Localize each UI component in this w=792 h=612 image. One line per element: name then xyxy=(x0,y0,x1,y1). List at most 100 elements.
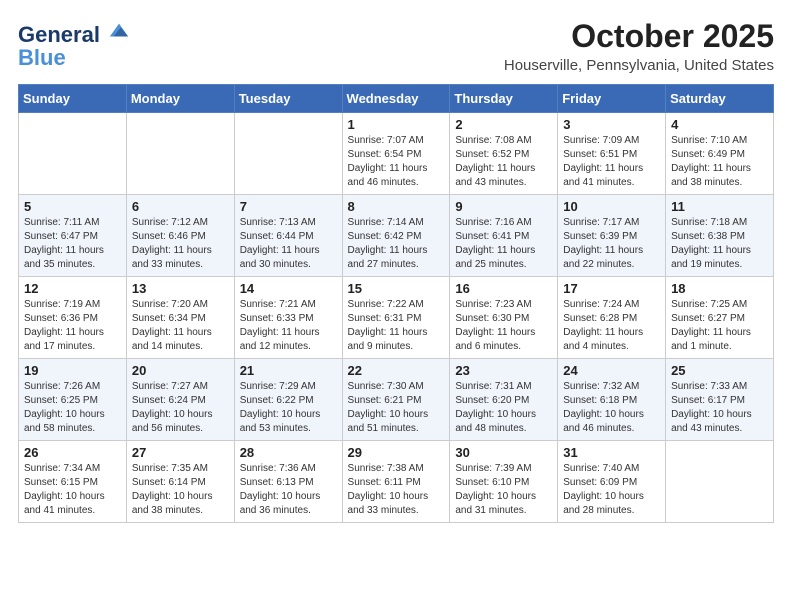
day-info: Sunrise: 7:20 AM Sunset: 6:34 PM Dayligh… xyxy=(132,298,229,354)
calendar-week-3: 12 Sunrise: 7:19 AM Sunset: 6:36 PM Dayli… xyxy=(19,277,774,359)
day-header-thursday: Thursday xyxy=(450,85,558,113)
calendar-cell: 2 Sunrise: 7:08 AM Sunset: 6:52 PM Daylig… xyxy=(450,113,558,195)
day-number: 14 xyxy=(240,281,337,296)
location: Houserville, Pennsylvania, United States xyxy=(504,57,774,74)
calendar-week-5: 26 Sunrise: 7:34 AM Sunset: 6:15 PM Dayli… xyxy=(19,441,774,523)
logo: General Blue xyxy=(18,18,130,69)
calendar-week-1: 1 Sunrise: 7:07 AM Sunset: 6:54 PM Daylig… xyxy=(19,113,774,195)
day-number: 2 xyxy=(455,117,552,132)
day-number: 13 xyxy=(132,281,229,296)
logo-text: General xyxy=(18,18,130,47)
calendar-cell xyxy=(666,441,774,523)
day-info: Sunrise: 7:39 AM Sunset: 6:10 PM Dayligh… xyxy=(455,462,552,518)
calendar-cell: 8Sunrise: 7:14 AM Sunset: 6:42 PM Daylig… xyxy=(342,195,450,277)
day-info: Sunrise: 7:23 AM Sunset: 6:30 PM Dayligh… xyxy=(455,298,552,354)
day-number: 21 xyxy=(240,363,337,378)
day-info: Sunrise: 7:36 AM Sunset: 6:13 PM Dayligh… xyxy=(240,462,337,518)
day-info: Sunrise: 7:33 AM Sunset: 6:17 PM Dayligh… xyxy=(671,380,768,436)
day-number: 24 xyxy=(563,363,660,378)
day-number: 31 xyxy=(563,445,660,460)
day-info: Sunrise: 7:26 AM Sunset: 6:25 PM Dayligh… xyxy=(24,380,121,436)
calendar-cell: 31 Sunrise: 7:40 AM Sunset: 6:09 PM Dayli… xyxy=(558,441,666,523)
day-number: 9 xyxy=(455,199,552,214)
day-number: 30 xyxy=(455,445,552,460)
calendar-cell: 21 Sunrise: 7:29 AM Sunset: 6:22 PM Dayli… xyxy=(234,359,342,441)
day-number: 7 xyxy=(240,199,337,214)
day-info: Sunrise: 7:19 AM Sunset: 6:36 PM Dayligh… xyxy=(24,298,121,354)
day-info: Sunrise: 7:35 AM Sunset: 6:14 PM Dayligh… xyxy=(132,462,229,518)
day-number: 10 xyxy=(563,199,660,214)
calendar-cell: 26 Sunrise: 7:34 AM Sunset: 6:15 PM Dayli… xyxy=(19,441,127,523)
day-info: Sunrise: 7:09 AM Sunset: 6:51 PM Dayligh… xyxy=(563,134,660,190)
day-number: 1 xyxy=(348,117,445,132)
calendar-cell: 10 Sunrise: 7:17 AM Sunset: 6:39 PM Dayli… xyxy=(558,195,666,277)
calendar-cell: 24 Sunrise: 7:32 AM Sunset: 6:18 PM Dayli… xyxy=(558,359,666,441)
calendar-cell: 16 Sunrise: 7:23 AM Sunset: 6:30 PM Dayli… xyxy=(450,277,558,359)
day-number: 26 xyxy=(24,445,121,460)
day-number: 15 xyxy=(348,281,445,296)
day-info: Sunrise: 7:21 AM Sunset: 6:33 PM Dayligh… xyxy=(240,298,337,354)
day-info: Sunrise: 7:25 AM Sunset: 6:27 PM Dayligh… xyxy=(671,298,768,354)
month-year: October 2025 xyxy=(504,18,774,55)
day-number: 17 xyxy=(563,281,660,296)
calendar-cell: 6Sunrise: 7:12 AM Sunset: 6:46 PM Daylig… xyxy=(126,195,234,277)
calendar-cell: 3 Sunrise: 7:09 AM Sunset: 6:51 PM Daylig… xyxy=(558,113,666,195)
calendar-page: General Blue October 2025 Houserville, P… xyxy=(0,0,792,612)
day-number: 28 xyxy=(240,445,337,460)
day-info: Sunrise: 7:29 AM Sunset: 6:22 PM Dayligh… xyxy=(240,380,337,436)
calendar-cell: 12 Sunrise: 7:19 AM Sunset: 6:36 PM Dayli… xyxy=(19,277,127,359)
calendar-cell: 4Sunrise: 7:10 AM Sunset: 6:49 PM Daylig… xyxy=(666,113,774,195)
day-number: 29 xyxy=(348,445,445,460)
day-number: 22 xyxy=(348,363,445,378)
day-info: Sunrise: 7:07 AM Sunset: 6:54 PM Dayligh… xyxy=(348,134,445,190)
calendar-cell: 28 Sunrise: 7:36 AM Sunset: 6:13 PM Dayli… xyxy=(234,441,342,523)
calendar-cell: 18 Sunrise: 7:25 AM Sunset: 6:27 PM Dayli… xyxy=(666,277,774,359)
day-number: 6 xyxy=(132,199,229,214)
day-number: 27 xyxy=(132,445,229,460)
calendar-cell: 13 Sunrise: 7:20 AM Sunset: 6:34 PM Dayli… xyxy=(126,277,234,359)
calendar-cell: 11Sunrise: 7:18 AM Sunset: 6:38 PM Dayli… xyxy=(666,195,774,277)
day-info: Sunrise: 7:30 AM Sunset: 6:21 PM Dayligh… xyxy=(348,380,445,436)
calendar-cell: 23 Sunrise: 7:31 AM Sunset: 6:20 PM Dayli… xyxy=(450,359,558,441)
calendar-cell: 15Sunrise: 7:22 AM Sunset: 6:31 PM Dayli… xyxy=(342,277,450,359)
header: General Blue October 2025 Houserville, P… xyxy=(18,18,774,74)
day-info: Sunrise: 7:31 AM Sunset: 6:20 PM Dayligh… xyxy=(455,380,552,436)
logo-icon xyxy=(108,20,130,42)
calendar-cell xyxy=(126,113,234,195)
day-info: Sunrise: 7:13 AM Sunset: 6:44 PM Dayligh… xyxy=(240,216,337,272)
day-number: 18 xyxy=(671,281,768,296)
calendar-cell: 1 Sunrise: 7:07 AM Sunset: 6:54 PM Daylig… xyxy=(342,113,450,195)
calendar-cell: 19Sunrise: 7:26 AM Sunset: 6:25 PM Dayli… xyxy=(19,359,127,441)
day-info: Sunrise: 7:40 AM Sunset: 6:09 PM Dayligh… xyxy=(563,462,660,518)
calendar-week-2: 5Sunrise: 7:11 AM Sunset: 6:47 PM Daylig… xyxy=(19,195,774,277)
day-info: Sunrise: 7:17 AM Sunset: 6:39 PM Dayligh… xyxy=(563,216,660,272)
calendar-week-4: 19Sunrise: 7:26 AM Sunset: 6:25 PM Dayli… xyxy=(19,359,774,441)
day-number: 3 xyxy=(563,117,660,132)
calendar-cell: 7 Sunrise: 7:13 AM Sunset: 6:44 PM Daylig… xyxy=(234,195,342,277)
day-info: Sunrise: 7:10 AM Sunset: 6:49 PM Dayligh… xyxy=(671,134,768,190)
day-info: Sunrise: 7:24 AM Sunset: 6:28 PM Dayligh… xyxy=(563,298,660,354)
calendar-body: 1 Sunrise: 7:07 AM Sunset: 6:54 PM Daylig… xyxy=(19,113,774,523)
day-info: Sunrise: 7:16 AM Sunset: 6:41 PM Dayligh… xyxy=(455,216,552,272)
day-number: 20 xyxy=(132,363,229,378)
calendar-cell: 27 Sunrise: 7:35 AM Sunset: 6:14 PM Dayli… xyxy=(126,441,234,523)
calendar-cell: 20Sunrise: 7:27 AM Sunset: 6:24 PM Dayli… xyxy=(126,359,234,441)
calendar-cell: 5Sunrise: 7:11 AM Sunset: 6:47 PM Daylig… xyxy=(19,195,127,277)
day-info: Sunrise: 7:32 AM Sunset: 6:18 PM Dayligh… xyxy=(563,380,660,436)
day-number: 12 xyxy=(24,281,121,296)
calendar-cell: 17 Sunrise: 7:24 AM Sunset: 6:28 PM Dayli… xyxy=(558,277,666,359)
day-number: 25 xyxy=(671,363,768,378)
calendar-table: SundayMondayTuesdayWednesdayThursdayFrid… xyxy=(18,84,774,523)
day-number: 23 xyxy=(455,363,552,378)
day-header-friday: Friday xyxy=(558,85,666,113)
day-header-wednesday: Wednesday xyxy=(342,85,450,113)
day-number: 16 xyxy=(455,281,552,296)
day-info: Sunrise: 7:34 AM Sunset: 6:15 PM Dayligh… xyxy=(24,462,121,518)
day-info: Sunrise: 7:14 AM Sunset: 6:42 PM Dayligh… xyxy=(348,216,445,272)
day-info: Sunrise: 7:08 AM Sunset: 6:52 PM Dayligh… xyxy=(455,134,552,190)
calendar-cell: 22 Sunrise: 7:30 AM Sunset: 6:21 PM Dayli… xyxy=(342,359,450,441)
calendar-header-row: SundayMondayTuesdayWednesdayThursdayFrid… xyxy=(19,85,774,113)
day-number: 5 xyxy=(24,199,121,214)
calendar-cell: 9 Sunrise: 7:16 AM Sunset: 6:41 PM Daylig… xyxy=(450,195,558,277)
calendar-cell: 30 Sunrise: 7:39 AM Sunset: 6:10 PM Dayli… xyxy=(450,441,558,523)
